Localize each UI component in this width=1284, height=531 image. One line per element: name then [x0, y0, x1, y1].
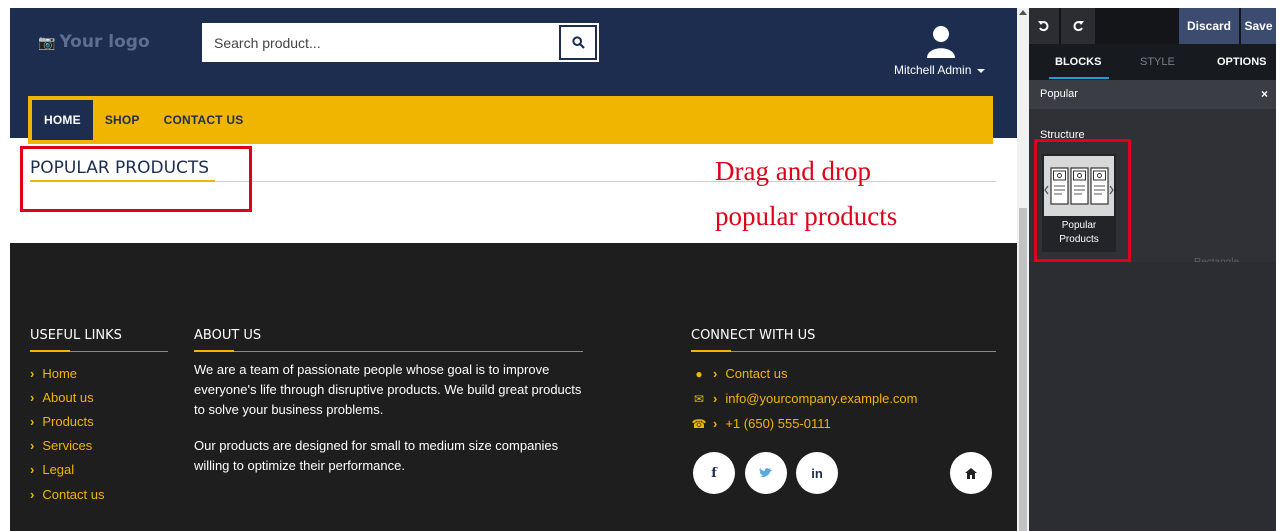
nav-contact-us[interactable]: CONTACT US — [152, 100, 256, 140]
about-us-text: We are a team of passionate people whose… — [194, 360, 594, 476]
useful-links-accent — [30, 350, 70, 352]
nav-home[interactable]: HOME — [32, 100, 93, 140]
editor-panel-empty-area — [1029, 262, 1276, 531]
footer-link-services[interactable]: › Services — [30, 434, 105, 458]
annotation-text-line2: popular products — [715, 201, 898, 231]
undo-button[interactable] — [1029, 8, 1059, 44]
chevron-right-icon: › — [30, 462, 35, 478]
snippet-highlight-box — [1034, 139, 1131, 262]
editor-tabs: BLOCKS STYLE OPTIONS — [1029, 44, 1276, 80]
annotation-text-line1: Drag and drop — [715, 156, 871, 186]
chevron-right-icon: › — [30, 365, 35, 381]
discard-button[interactable]: Discard — [1179, 8, 1239, 44]
about-us-heading: ABOUT US — [194, 328, 262, 343]
page-scrollbar[interactable] — [1017, 8, 1029, 531]
scroll-up-arrow-icon[interactable] — [1019, 10, 1027, 15]
user-name: Mitchell Admin — [894, 63, 986, 77]
home-icon — [965, 467, 977, 479]
tab-options[interactable]: OPTIONS — [1217, 56, 1267, 68]
save-button[interactable]: Save — [1241, 8, 1276, 44]
linkedin-button[interactable]: in — [796, 452, 838, 494]
user-icon — [927, 26, 955, 58]
caret-down-icon — [977, 68, 986, 73]
main-navigation: HOME SHOP CONTACT US — [28, 96, 993, 144]
scrollbar-thumb[interactable] — [1019, 208, 1027, 531]
chevron-right-icon: › — [713, 366, 718, 381]
search-button[interactable] — [559, 25, 597, 60]
twitter-button[interactable] — [745, 452, 787, 494]
camera-icon: 📷 — [38, 35, 56, 51]
phone-link[interactable]: ☎ › +1 (650) 555-0111 — [691, 411, 918, 436]
snippet-search-value: Popular — [1040, 88, 1078, 100]
logo-text: Your logo — [59, 32, 150, 52]
connect-heading: CONNECT WITH US — [691, 328, 816, 343]
chevron-right-icon: › — [30, 389, 35, 405]
footer-link-home[interactable]: › Home — [30, 361, 105, 385]
home-button[interactable] — [950, 452, 992, 494]
about-us-divider — [194, 351, 583, 352]
chevron-right-icon: › — [30, 486, 35, 502]
contact-list: ● › Contact us ✉ › info@yourcompany.example.… — [691, 361, 918, 436]
editor-toolbar: Discard Save — [1029, 8, 1276, 44]
footer-link-about-us[interactable]: › About us — [30, 385, 105, 409]
footer-link-contact-us[interactable]: › Contact us — [30, 482, 105, 506]
website-canvas: 📷Your logo Mitchell Admin — [10, 8, 1017, 531]
editor-panel: Discard Save BLOCKS STYLE OPTIONS Popula… — [1029, 8, 1276, 531]
site-logo[interactable]: 📷 Your logo — [38, 32, 150, 52]
facebook-icon: f — [711, 465, 717, 481]
footer-link-products[interactable]: › Products — [30, 409, 105, 433]
site-footer: USEFUL LINKS › Home › About us › Products ›… — [10, 243, 1017, 531]
chevron-right-icon: › — [713, 391, 718, 406]
connect-divider — [691, 351, 996, 352]
facebook-button[interactable]: f — [693, 452, 735, 494]
tab-style[interactable]: STYLE — [1140, 56, 1175, 68]
about-paragraph-1: We are a team of passionate people whose… — [194, 362, 582, 417]
useful-links-list: › Home › About us › Products › Services › Leg… — [30, 361, 105, 506]
chevron-right-icon: › — [30, 438, 35, 454]
screen: 📷Your logo Mitchell Admin — [0, 0, 1284, 531]
active-tab-indicator — [1049, 77, 1109, 79]
linkedin-icon: in — [811, 465, 823, 481]
about-us-accent — [194, 350, 234, 352]
envelope-icon: ✉ — [693, 391, 705, 406]
redo-button[interactable] — [1061, 8, 1095, 44]
tab-blocks[interactable]: BLOCKS — [1055, 56, 1101, 68]
snippet-search[interactable]: Popular × — [1029, 80, 1276, 109]
about-paragraph-2: Our products are designed for small to m… — [194, 438, 559, 473]
chat-bubble-icon: ● — [695, 366, 703, 381]
product-search — [202, 23, 599, 62]
annotation-highlight-box — [20, 146, 252, 212]
redo-icon — [1073, 21, 1084, 32]
contact-us-link[interactable]: ● › Contact us — [691, 361, 918, 386]
search-input[interactable] — [204, 25, 559, 60]
chevron-right-icon: › — [30, 413, 35, 429]
twitter-icon — [759, 468, 772, 477]
undo-icon — [1038, 21, 1049, 32]
nav-shop[interactable]: SHOP — [93, 100, 152, 140]
connect-accent — [691, 350, 731, 352]
phone-icon: ☎ — [691, 416, 707, 431]
chevron-right-icon: › — [713, 416, 718, 431]
search-icon — [571, 36, 585, 49]
footer-link-legal[interactable]: › Legal — [30, 458, 105, 482]
close-icon[interactable]: × — [1261, 87, 1268, 101]
useful-links-heading: USEFUL LINKS — [30, 328, 122, 343]
email-link[interactable]: ✉ › info@yourcompany.example.com — [691, 386, 918, 411]
